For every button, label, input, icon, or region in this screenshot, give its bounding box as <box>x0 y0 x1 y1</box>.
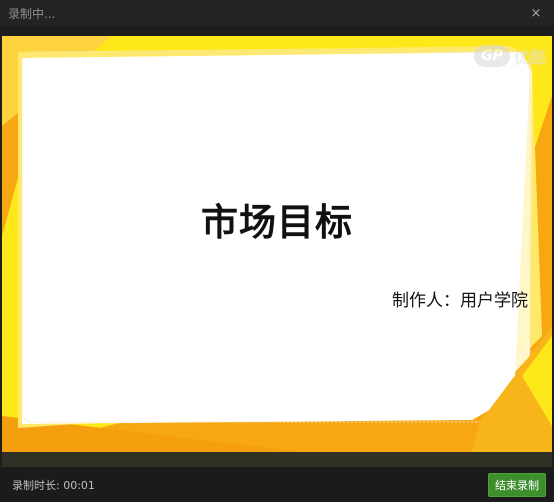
watermark-logo: GP <box>473 45 510 67</box>
duration-value: 00:01 <box>63 478 95 492</box>
slide-title: 市场目标 <box>201 201 353 244</box>
recording-window: 录制中... × GP 优酷 市场目标 制作人：用户学院 录制时长: 00:01 <box>0 0 554 502</box>
end-recording-button[interactable]: 结束录制 <box>488 472 546 497</box>
preview-bottom-strip <box>2 452 552 467</box>
duration-label: 录制时长: <box>12 478 60 492</box>
window-title: 录制中... <box>8 6 56 21</box>
watermark-text: 优酷 <box>513 48 546 67</box>
close-icon[interactable]: × <box>528 5 544 21</box>
recording-duration: 录制时长: 00:01 <box>12 477 95 493</box>
slide-author: 制作人：用户学院 <box>392 291 528 311</box>
status-bar: 录制时长: 00:01 结束录制 <box>0 467 554 502</box>
title-bar: 录制中... × <box>0 0 554 26</box>
recording-preview: GP 优酷 市场目标 制作人：用户学院 <box>2 36 552 452</box>
watermark: GP 优酷 <box>473 44 546 68</box>
